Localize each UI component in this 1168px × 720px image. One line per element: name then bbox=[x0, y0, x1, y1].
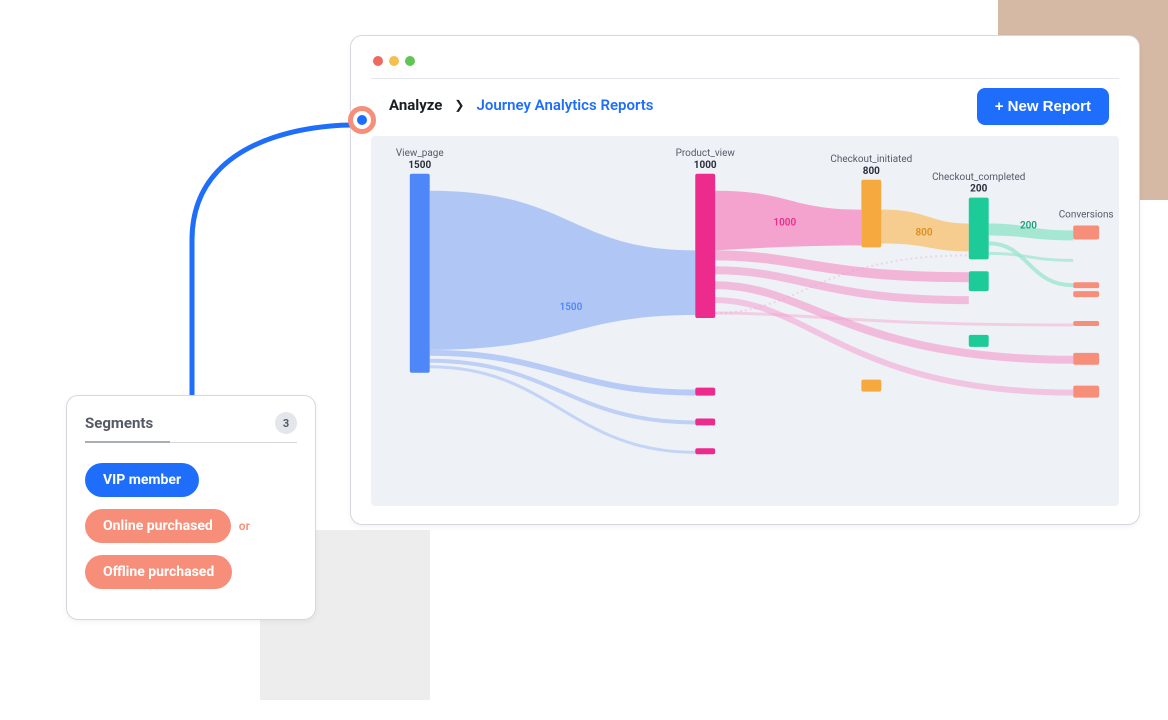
sankey-node-value: 1000 bbox=[694, 160, 717, 171]
sankey-subnode bbox=[861, 380, 881, 392]
sankey-subnode bbox=[969, 271, 989, 291]
sankey-branch bbox=[715, 313, 1073, 325]
segment-row: Offline purchased bbox=[85, 555, 297, 589]
divider bbox=[371, 78, 1119, 79]
breadcrumb-current[interactable]: Journey Analytics Reports bbox=[476, 96, 653, 114]
sankey-node bbox=[695, 174, 715, 318]
segments-card: Segments 3 VIP member Online purchased o… bbox=[66, 395, 316, 620]
window-traffic-lights bbox=[373, 56, 415, 66]
sankey-node-label: Checkout_initiated bbox=[830, 154, 912, 165]
report-window: Analyze ❯ Journey Analytics Reports + Ne… bbox=[350, 35, 1140, 525]
sankey-node bbox=[410, 174, 430, 373]
sankey-branch bbox=[430, 367, 696, 453]
sankey-subnode bbox=[1073, 291, 1099, 297]
chevron-right-icon: ❯ bbox=[454, 98, 464, 112]
sankey-subnode bbox=[969, 335, 989, 347]
sankey-branch bbox=[989, 243, 1074, 285]
sankey-link-value: 1500 bbox=[560, 302, 583, 313]
segment-pill-vip[interactable]: VIP member bbox=[85, 463, 199, 497]
sankey-link-value: 1000 bbox=[773, 218, 796, 229]
segments-title: Segments bbox=[85, 414, 153, 432]
sankey-subnode bbox=[1073, 282, 1099, 288]
sankey-node-label: Conversions bbox=[1059, 210, 1114, 221]
sankey-node-value: 200 bbox=[970, 184, 987, 195]
segment-operator: or bbox=[239, 519, 250, 533]
close-icon[interactable] bbox=[373, 56, 383, 66]
sankey-subnode bbox=[1073, 353, 1099, 365]
connector-ring-icon bbox=[348, 106, 376, 134]
breadcrumb-root[interactable]: Analyze bbox=[389, 96, 442, 114]
sankey-subnode bbox=[695, 388, 715, 396]
segment-row: Online purchased or bbox=[85, 509, 297, 543]
segment-pill-offline[interactable]: Offline purchased bbox=[85, 555, 232, 589]
sankey-link-value: 800 bbox=[916, 227, 933, 238]
breadcrumb: Analyze ❯ Journey Analytics Reports bbox=[389, 96, 653, 114]
maximize-icon[interactable] bbox=[405, 56, 415, 66]
segment-row: VIP member bbox=[85, 463, 297, 497]
sankey-subnode bbox=[1073, 226, 1099, 240]
sankey-node bbox=[969, 198, 989, 260]
sankey-subnode bbox=[1073, 321, 1099, 326]
segment-pill-online[interactable]: Online purchased bbox=[85, 509, 231, 543]
sankey-node-label: Product_view bbox=[676, 148, 736, 159]
segments-count-badge: 3 bbox=[275, 412, 297, 434]
sankey-node-label: Checkout_completed bbox=[932, 172, 1025, 183]
sankey-branch bbox=[430, 353, 696, 393]
sankey-subnode bbox=[695, 418, 715, 425]
sankey-node-value: 1500 bbox=[408, 160, 431, 171]
sankey-link bbox=[430, 191, 696, 350]
sankey-link-value: 200 bbox=[1020, 221, 1037, 232]
minimize-icon[interactable] bbox=[389, 56, 399, 66]
sankey-subnode bbox=[1073, 386, 1099, 398]
sankey-chart: 1500 1000 800 200 bbox=[371, 136, 1119, 506]
sankey-subnode bbox=[695, 448, 715, 454]
sankey-node bbox=[861, 180, 881, 248]
sankey-node-label: View_page bbox=[396, 148, 444, 159]
sankey-branch bbox=[989, 253, 1074, 260]
segments-header: Segments 3 bbox=[85, 412, 297, 443]
new-report-button[interactable]: + New Report bbox=[977, 88, 1109, 125]
sankey-node-value: 800 bbox=[863, 166, 880, 177]
